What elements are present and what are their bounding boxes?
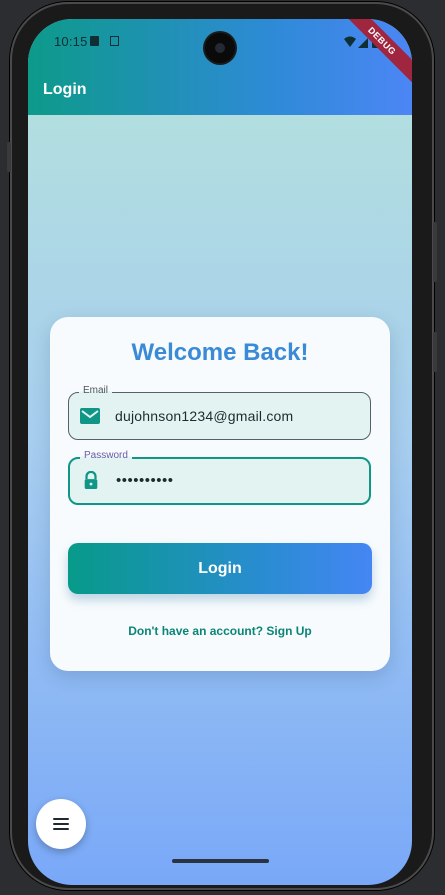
home-indicator[interactable] — [172, 859, 269, 863]
email-field-value: dujohnson1234@gmail.com — [115, 408, 294, 424]
app-screen: 10:15 DEBUG Login Welcome Back! Email du… — [28, 19, 412, 885]
sd-card-icon — [90, 36, 99, 46]
mail-icon — [80, 408, 100, 424]
a-box-icon — [110, 36, 119, 46]
card-title: Welcome Back! — [131, 339, 309, 366]
front-camera — [205, 33, 235, 63]
app-bar: 10:15 DEBUG Login — [28, 19, 412, 115]
volume-up-button — [433, 222, 437, 282]
power-button — [7, 142, 11, 172]
volume-down-button — [433, 332, 437, 372]
page-title: Login — [43, 81, 87, 98]
menu-icon — [53, 818, 69, 830]
password-field-label: Password — [80, 449, 132, 463]
lock-icon — [84, 471, 98, 489]
wifi-icon — [344, 36, 356, 47]
status-time: 10:15 — [54, 34, 88, 49]
signup-link[interactable]: Don't have an account? Sign Up — [50, 624, 390, 638]
debug-banner: DEBUG — [333, 19, 412, 90]
menu-fab-button[interactable] — [36, 799, 86, 849]
login-button[interactable]: Login — [68, 543, 372, 594]
email-field[interactable]: Email dujohnson1234@gmail.com — [68, 384, 371, 440]
email-field-label: Email — [79, 384, 113, 398]
password-field-value: •••••••••• — [116, 472, 174, 489]
password-field[interactable]: Password •••••••••• — [68, 449, 371, 505]
login-card: Welcome Back! Email dujohnson1234@gmail.… — [50, 317, 390, 671]
signal-icon — [358, 38, 368, 48]
